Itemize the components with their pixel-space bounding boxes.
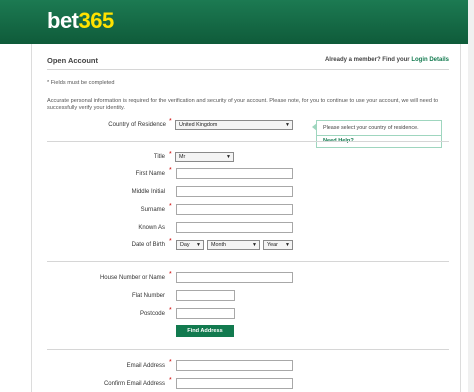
dob-month-select[interactable]: Month ▼ <box>207 240 260 250</box>
divider <box>47 349 449 350</box>
title-select[interactable]: Mr ▼ <box>175 152 234 162</box>
middle-initial-label: Middle Initial <box>131 189 165 195</box>
site-header: bet365 <box>0 0 474 44</box>
find-address-button[interactable]: Find Address <box>176 325 234 337</box>
dob-year-value: Year <box>267 242 278 248</box>
logo-number: 365 <box>78 8 115 33</box>
country-value: United Kingdom <box>179 122 218 128</box>
login-details-link[interactable]: Login Details <box>411 57 449 63</box>
surname-label: Surname <box>140 207 165 213</box>
help-tooltip: Please select your country of residence.… <box>312 120 442 148</box>
divider <box>47 69 449 70</box>
email-input[interactable] <box>176 360 293 371</box>
chevron-down-icon: ▼ <box>226 154 231 160</box>
known-as-input[interactable] <box>176 222 293 233</box>
required-marker: * <box>169 359 172 366</box>
member-prompt: Already a member? Find your Login Detail… <box>325 57 449 63</box>
required-marker: * <box>169 118 172 125</box>
form-container <box>31 44 461 392</box>
postcode-input[interactable] <box>176 308 235 319</box>
house-label: House Number or Name <box>99 275 165 281</box>
house-input[interactable] <box>176 272 293 283</box>
postcode-label: Postcode <box>139 311 165 317</box>
required-marker: * <box>169 203 172 210</box>
info-text: Accurate personal information is require… <box>47 98 439 111</box>
confirm-email-input[interactable] <box>176 378 293 389</box>
member-prompt-text: Already a member? Find your <box>324 57 410 63</box>
divider <box>47 141 449 142</box>
surname-input[interactable] <box>176 204 293 215</box>
email-label: Email Address <box>126 363 165 369</box>
chevron-down-icon: ▼ <box>252 242 257 248</box>
help-message: Please select your country of residence. <box>323 125 419 131</box>
chevron-down-icon: ▼ <box>285 242 290 248</box>
chevron-down-icon: ▼ <box>196 242 201 248</box>
first-name-input[interactable] <box>176 168 293 179</box>
dob-day-value: Day <box>180 242 190 248</box>
dob-label: Date of Birth <box>131 242 165 248</box>
required-marker: * <box>169 167 172 174</box>
country-label: Country of Residence <box>108 122 166 128</box>
flat-label: Flat Number <box>131 293 165 299</box>
divider <box>47 261 449 262</box>
first-name-label: First Name <box>135 171 165 177</box>
required-marker: * <box>169 377 172 384</box>
title-row: Open Account Already a member? Find your… <box>47 56 449 70</box>
logo-text: bet <box>47 8 79 33</box>
dob-day-select[interactable]: Day ▼ <box>176 240 204 250</box>
middle-initial-input[interactable] <box>176 186 293 197</box>
known-as-label: Known As <box>138 225 165 231</box>
country-select[interactable]: United Kingdom ▼ <box>175 120 293 130</box>
scrollbar[interactable] <box>468 0 474 392</box>
required-marker: * <box>169 307 172 314</box>
required-marker: * <box>169 271 172 278</box>
dob-year-select[interactable]: Year ▼ <box>263 240 293 250</box>
required-note: * Fields must be completed <box>47 80 115 86</box>
required-marker: * <box>169 151 172 158</box>
chevron-down-icon: ▼ <box>285 122 290 128</box>
title-label: Title <box>153 154 165 160</box>
page-title: Open Account <box>47 56 98 65</box>
confirm-email-label: Confirm Email Address <box>103 381 165 387</box>
help-divider <box>317 135 441 136</box>
title-value: Mr <box>179 154 186 160</box>
dob-month-value: Month <box>211 242 226 248</box>
required-marker: * <box>169 238 172 245</box>
tooltip-pointer <box>312 123 317 131</box>
bet365-logo[interactable]: bet365 <box>47 8 114 34</box>
flat-input[interactable] <box>176 290 235 301</box>
